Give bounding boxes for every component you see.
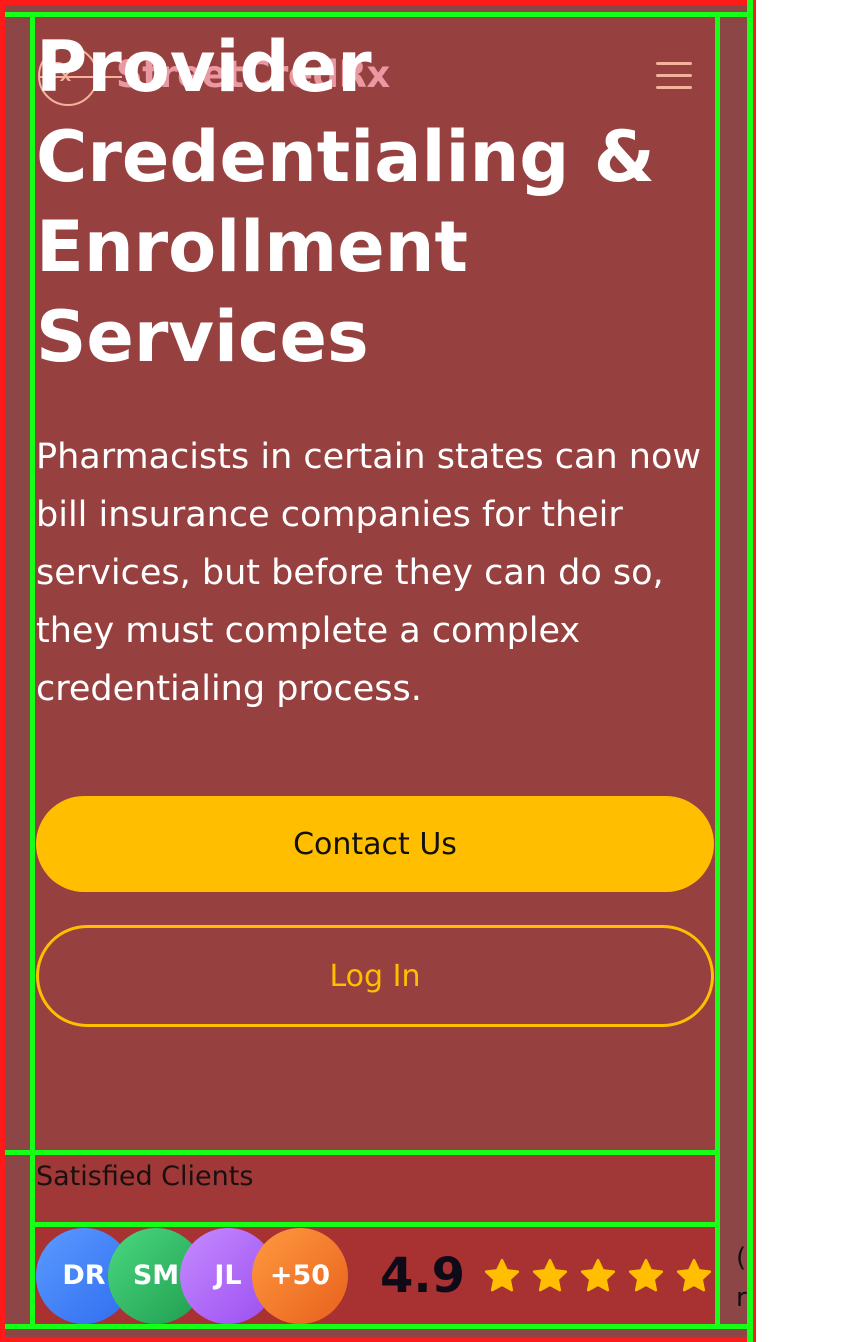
log-in-button[interactable]: Log In xyxy=(36,925,714,1027)
guide-line-mid xyxy=(5,1150,718,1155)
hero-description: Pharmacists in certain states can now bi… xyxy=(36,437,701,709)
page-title: Provider Credentialing & Enrollment Serv… xyxy=(36,26,655,378)
guide-line-top xyxy=(5,12,747,17)
star-icon xyxy=(484,1258,520,1292)
star-icon xyxy=(580,1258,616,1292)
viewport-edge-line xyxy=(747,0,753,1342)
contact-us-button[interactable]: Contact Us xyxy=(36,796,714,892)
rating-value: 4.9 xyxy=(380,1248,466,1304)
star-icon xyxy=(676,1258,712,1292)
guide-line-bottom xyxy=(5,1324,747,1329)
reviews-count-fragment: ( xyxy=(736,1243,747,1273)
guide-line-left xyxy=(30,12,35,1329)
guide-line-lower xyxy=(34,1222,718,1227)
reviews-count-fragment-2: r xyxy=(736,1283,747,1313)
star-icon xyxy=(628,1258,664,1292)
avatar-more-count: +50 xyxy=(252,1228,348,1324)
star-icon xyxy=(532,1258,568,1292)
satisfied-clients-label: Satisfied Clients xyxy=(36,1161,254,1192)
